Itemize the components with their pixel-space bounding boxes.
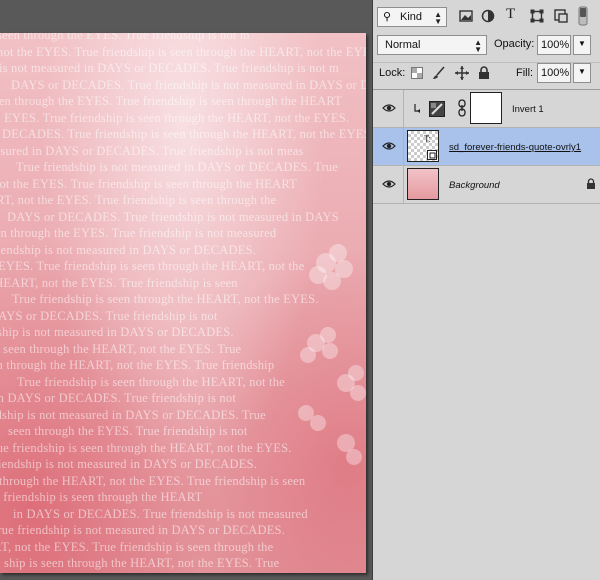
chevron-down-icon: ▼ (578, 67, 586, 76)
shape-layer-filter-icon[interactable] (530, 9, 544, 23)
quote-line: DAYS or DECADES. True friendship is not … (11, 77, 366, 92)
lock-all-icon[interactable] (478, 66, 490, 80)
quote-line: not the EYES. True friendship is seen th… (0, 44, 366, 59)
pixel-layer-filter-icon[interactable] (459, 10, 473, 22)
chevron-updown-icon: ▲ ▼ (434, 10, 442, 26)
layer-mask-thumbnail[interactable] (470, 92, 502, 124)
layer-thumbnail-transparent[interactable]: T: (407, 130, 439, 162)
divider (403, 128, 404, 166)
smart-object-filter-icon[interactable] (554, 9, 568, 23)
chevron-updown-icon: ▲ ▼ (474, 38, 482, 54)
quote-line: in DAYS or DECADES. True friendship is n… (13, 506, 308, 521)
layer-row-quote-overlay[interactable]: T: sd_forever-friends-quote-ovrly1 (373, 128, 600, 166)
document-canvas[interactable]: ship is seen through the EYES. True frie… (0, 33, 366, 573)
quote-line: seen through the EYES. True friendship i… (0, 94, 343, 108)
canvas-workspace[interactable]: ship is seen through the EYES. True frie… (0, 0, 372, 580)
blend-mode-value: Normal (385, 39, 421, 51)
chevron-down-icon: ▼ (578, 39, 586, 48)
visibility-eye-icon[interactable] (382, 141, 396, 151)
lock-position-icon[interactable] (455, 66, 469, 80)
quote-line: DECADES. True friendship is seen through… (2, 127, 366, 141)
layer-name: Background (449, 180, 500, 191)
fill-value: 100% (541, 67, 570, 79)
filter-kind-label: Kind (400, 11, 423, 23)
quote-line: ship is seen through the EYES. True frie… (0, 33, 250, 42)
mask-link-chain-icon[interactable] (458, 99, 466, 117)
visibility-eye-icon[interactable] (382, 103, 396, 113)
layer-name: Invert 1 (512, 104, 544, 115)
opacity-dropdown-button[interactable]: ▼ (573, 35, 591, 55)
quote-line: not the EYES. True friendship is seen th… (0, 110, 350, 125)
lock-transparent-pixels-icon[interactable] (411, 67, 423, 79)
quote-line: not the EYES. True friendship is seen th… (0, 176, 297, 191)
layer-thumbnail-background[interactable] (407, 168, 439, 200)
fill-input[interactable]: 100% (537, 63, 571, 83)
quote-line: ship is not measured in DAYS or DECADES.… (0, 61, 339, 75)
invert-adjustment-icon (429, 101, 445, 117)
opacity-value: 100% (541, 39, 570, 51)
quote-line: the EYES. True friendship is seen throug… (0, 572, 366, 574)
opacity-input[interactable]: 100% (537, 35, 571, 55)
quote-line: HEART, not the EYES. True friendship is … (0, 539, 274, 554)
quote-line: True friendship is seen through the HEAR… (0, 490, 203, 504)
layer-name[interactable]: sd_forever-friends-quote-ovrly1 (449, 142, 581, 153)
layer-row-invert[interactable]: Invert 1 (373, 90, 600, 128)
type-layer-filter-icon[interactable]: T (506, 6, 515, 23)
quote-line: HEART, not the EYES. True friendship is … (0, 193, 277, 207)
quote-line: ship is seen through the HEART, not the … (4, 556, 280, 570)
layer-filter-select[interactable]: ⚲ Kind ▲ ▼ (377, 7, 447, 27)
lock-label: Lock: (379, 67, 406, 79)
filter-toggle-switch[interactable] (578, 6, 588, 26)
clipping-mask-arrow-icon (414, 104, 420, 113)
fill-label: Fill: (516, 67, 534, 79)
layers-panel: ⚲ Kind ▲ ▼ T Normal ▲ ▼ Opacity: 100% ▼ Lo… (372, 0, 600, 580)
lock-image-pixels-icon[interactable] (432, 66, 446, 80)
text-thumbnail-mark: T: (424, 134, 432, 144)
opacity-label: Opacity: (494, 38, 535, 50)
visibility-eye-icon[interactable] (382, 179, 396, 189)
adjustment-layer-filter-icon[interactable] (481, 9, 495, 23)
layer-lock-icon (587, 178, 595, 189)
fill-dropdown-button[interactable]: ▼ (573, 63, 591, 83)
layer-row-background[interactable]: Background (373, 166, 600, 204)
divider (403, 166, 404, 204)
search-icon: ⚲ (383, 11, 392, 23)
quote-line: True friendship is not measured in DAYS … (0, 523, 286, 537)
smart-object-badge-icon (427, 150, 437, 160)
blend-mode-select[interactable]: Normal ▲ ▼ (377, 35, 487, 55)
divider (403, 90, 404, 128)
flower-overlay (298, 244, 366, 465)
quote-line: True friendship is not measured in DAYS … (16, 160, 339, 174)
quote-line: measured in DAYS or DECADES. True friend… (0, 143, 304, 158)
